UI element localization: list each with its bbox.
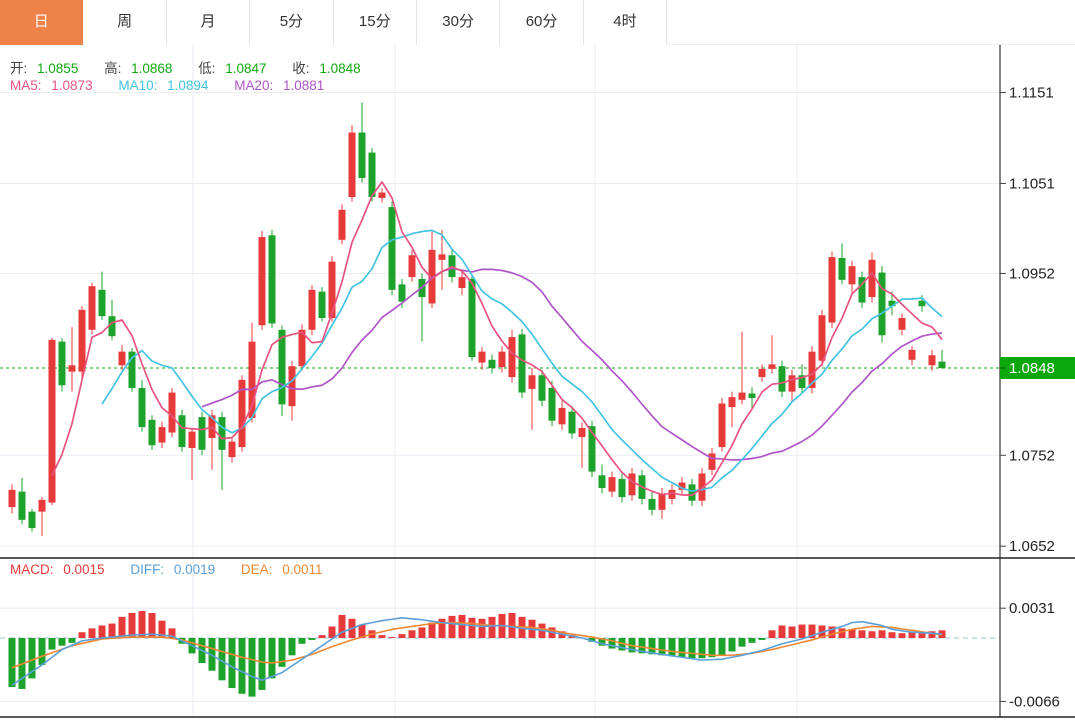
ma10-label: MA10: bbox=[118, 78, 157, 93]
ma5-line bbox=[52, 182, 942, 495]
dea-value: 0.0011 bbox=[282, 562, 322, 577]
tab-15min[interactable]: 15分 bbox=[334, 0, 417, 45]
price-axis-label: 1.1151 bbox=[1009, 85, 1054, 102]
diff-value: 0.0019 bbox=[174, 562, 215, 577]
trading-chart-app: 日周月5分15分30分60分4时 开: 1.0855 高: 1.0868 低: … bbox=[0, 0, 1075, 720]
low-value: 1.0847 bbox=[225, 61, 266, 76]
dea-label: DEA: bbox=[241, 562, 273, 577]
ma5-value: 1.0873 bbox=[51, 78, 92, 93]
open-label: 开: bbox=[10, 61, 27, 76]
low-label: 低: bbox=[198, 61, 215, 76]
tab-weekly[interactable]: 周 bbox=[83, 0, 166, 45]
last-price-badge-text: 1.0848 bbox=[1009, 360, 1055, 377]
candles-group bbox=[9, 103, 946, 537]
close-label: 收: bbox=[292, 61, 309, 76]
price-axis-label: 1.0952 bbox=[1009, 265, 1055, 282]
tab-30min[interactable]: 30分 bbox=[417, 0, 500, 45]
candlestick-macd-chart[interactable]: 1.1151 1.1051 1.0952 1.0752 1.0652 0.0031 -0.0… bbox=[0, 45, 1075, 720]
macd-axis-label: -0.0066 bbox=[1009, 693, 1060, 710]
price-axis-label: 1.0652 bbox=[1009, 538, 1055, 555]
tab-60min[interactable]: 60分 bbox=[500, 0, 583, 45]
tab-4hour[interactable]: 4时 bbox=[584, 0, 667, 45]
ma20-value: 1.0881 bbox=[283, 78, 324, 93]
macd-value: 0.0015 bbox=[63, 562, 104, 577]
ma-header: MA5: 1.0873 MA10: 1.0894 MA20: 1.0881 bbox=[10, 78, 330, 93]
close-value: 1.0848 bbox=[319, 61, 360, 76]
tab-daily[interactable]: 日 bbox=[0, 0, 83, 45]
high-value: 1.0868 bbox=[131, 61, 172, 76]
price-axis-label: 1.0752 bbox=[1009, 447, 1055, 464]
ohlc-header: 开: 1.0855 高: 1.0868 低: 1.0847 收: 1.0848 bbox=[10, 57, 367, 77]
high-label: 高: bbox=[104, 61, 121, 76]
tab-monthly[interactable]: 月 bbox=[167, 0, 250, 45]
ma5-label: MA5: bbox=[10, 78, 42, 93]
period-tabbar: 日周月5分15分30分60分4时 bbox=[0, 0, 1075, 45]
macd-axis-label: 0.0031 bbox=[1009, 600, 1055, 617]
price-axis-label: 1.1051 bbox=[1009, 175, 1055, 192]
ma10-value: 1.0894 bbox=[167, 78, 208, 93]
diff-label: DIFF: bbox=[130, 562, 164, 577]
open-value: 1.0855 bbox=[37, 61, 78, 76]
macd-header: MACD: 0.0015 DIFF: 0.0019 DEA: 0.0011 bbox=[10, 562, 328, 577]
tab-5min[interactable]: 5分 bbox=[250, 0, 333, 45]
ma20-label: MA20: bbox=[234, 78, 273, 93]
macd-label: MACD: bbox=[10, 562, 54, 577]
